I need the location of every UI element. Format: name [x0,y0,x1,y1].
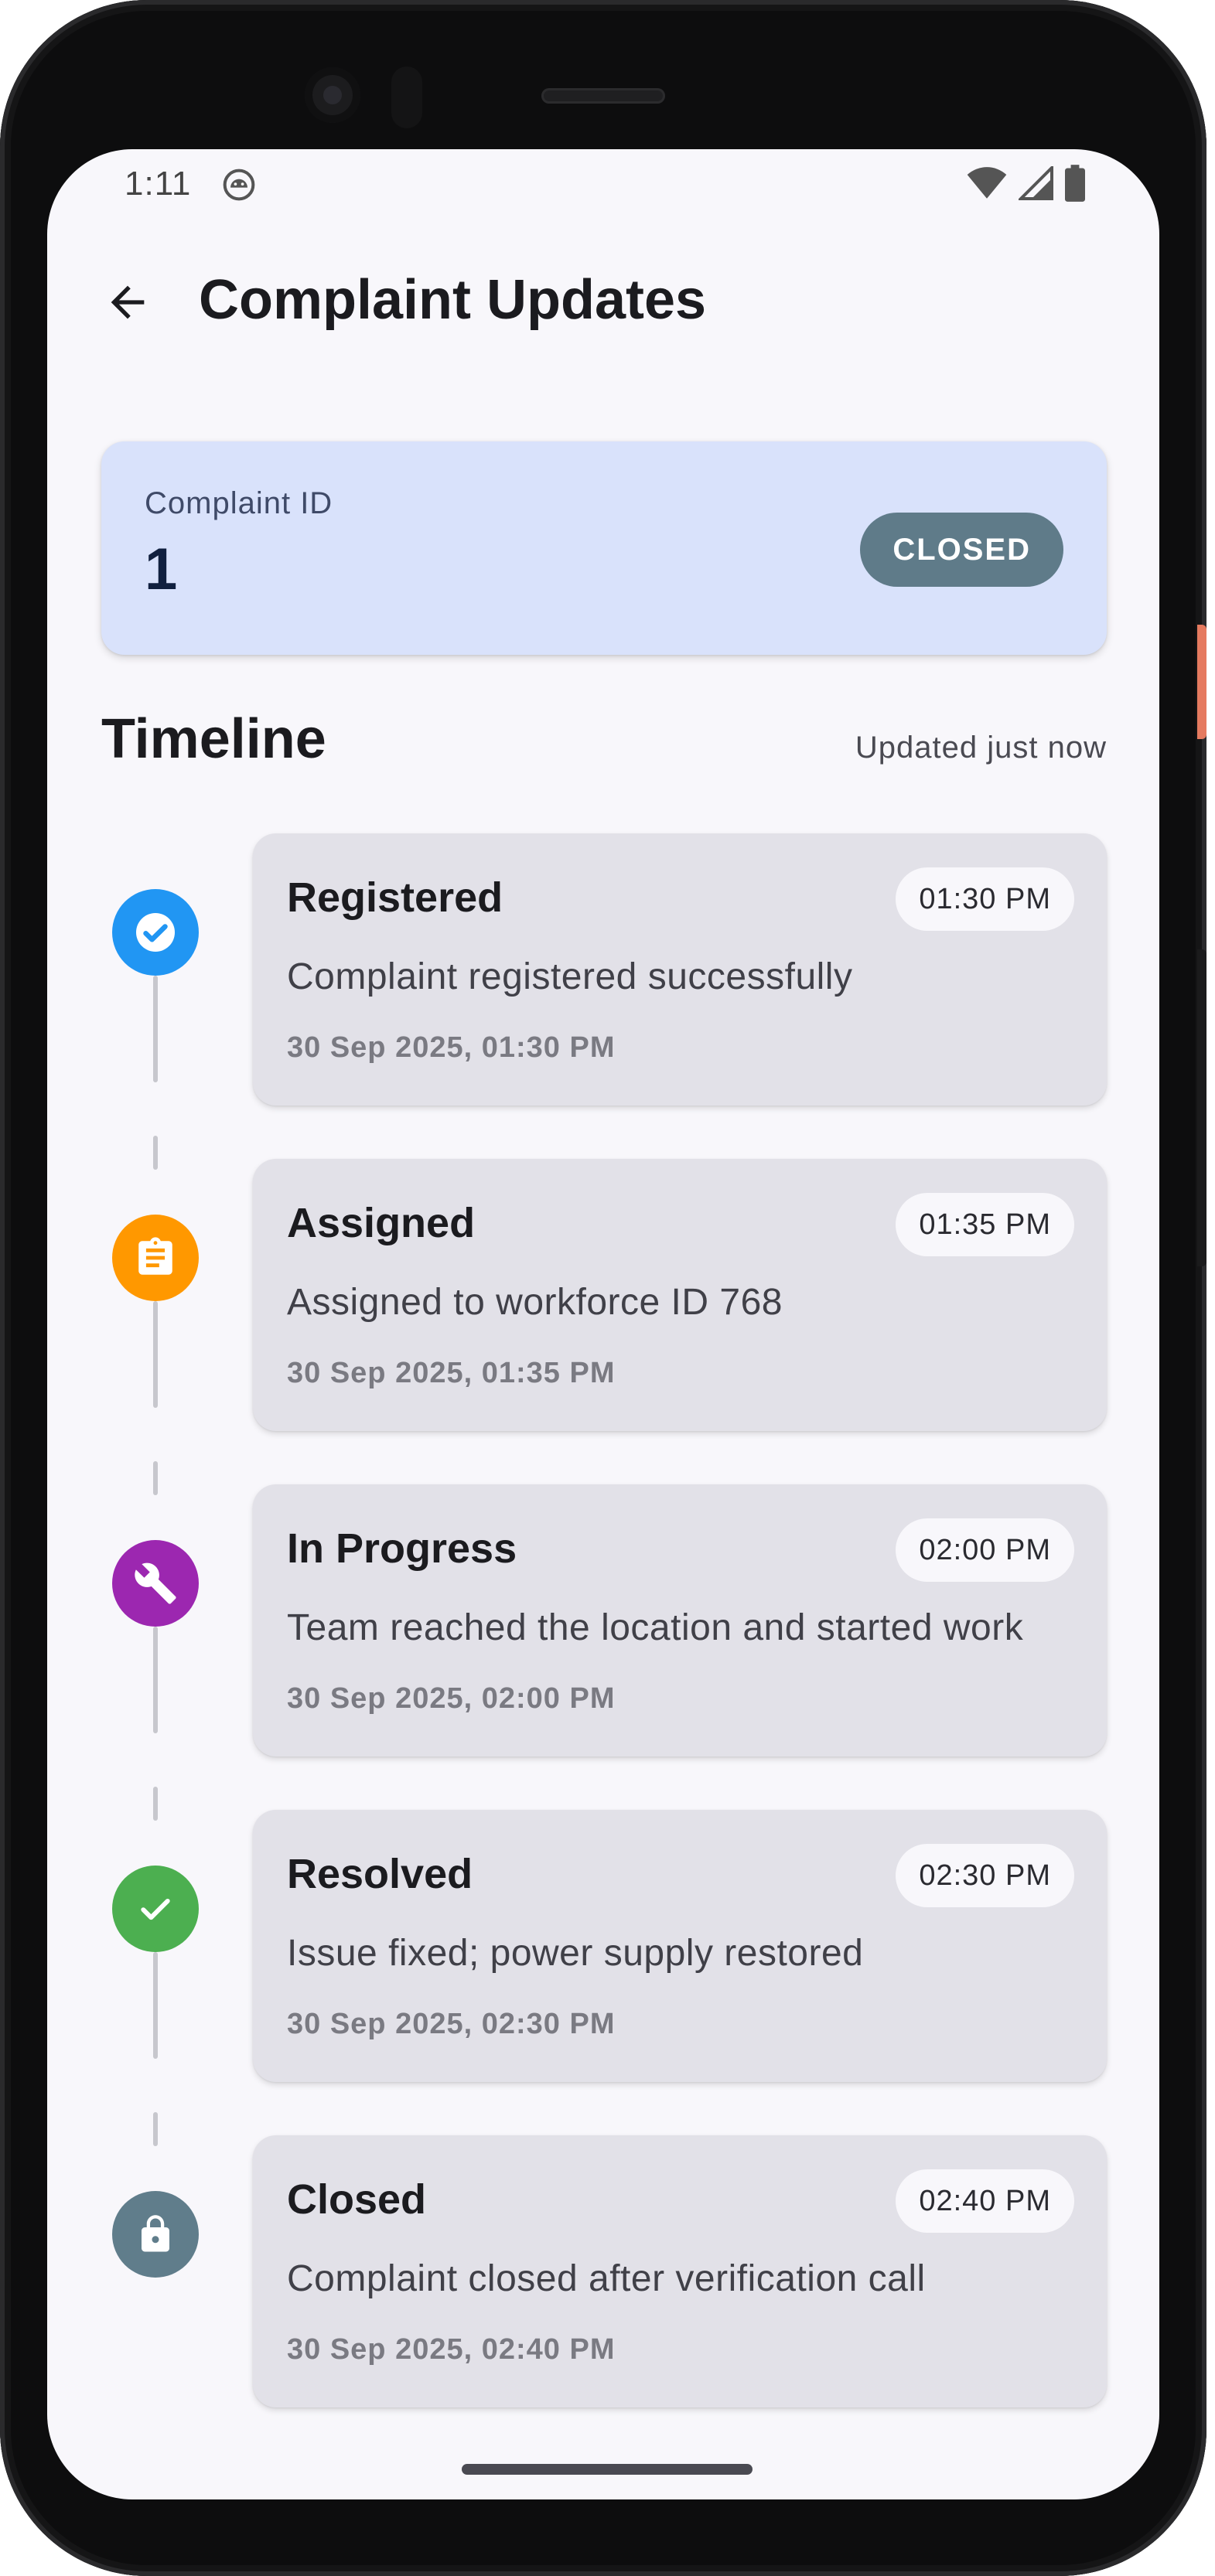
timeline-connector [153,1952,158,2059]
status-bar: 1:11 [47,149,1159,219]
timeline-card[interactable]: Resolved 02:30 PM Issue fixed; power sup… [253,1810,1107,2082]
event-time-chip: 02:30 PM [896,1844,1074,1907]
event-title: Closed [287,2176,427,2223]
timeline-connector [153,1136,158,1170]
timeline-dot [112,889,199,976]
event-timestamp: 30 Sep 2025, 02:30 PM [287,2008,616,2040]
page-title: Complaint Updates [199,269,707,331]
event-time-chip: 02:40 PM [896,2169,1074,2233]
earpiece-speaker [541,88,665,104]
event-timestamp: 30 Sep 2025, 02:40 PM [287,2333,616,2366]
status-time: 1:11 [125,165,192,203]
event-description: Complaint registered successfully [287,956,853,997]
event-time-chip: 01:35 PM [896,1193,1074,1256]
check-icon [141,1898,170,1920]
timeline-connector [153,976,158,1082]
event-title: Assigned [287,1200,476,1246]
volume-button[interactable] [1197,949,1206,1266]
event-title: Registered [287,874,503,921]
phone-frame: 1:11 Complaint Updates Complaint ID 1 CL… [0,0,1206,2576]
wifi-icon [967,167,1007,199]
back-button[interactable] [90,265,165,339]
timeline-dot [112,1866,199,1952]
complaint-id-label: Complaint ID [145,486,333,520]
event-timestamp: 30 Sep 2025, 01:35 PM [287,1357,616,1389]
lock-icon [142,2215,169,2252]
arrow-back-icon [111,285,145,319]
power-button[interactable] [1197,625,1206,739]
event-description: Team reached the location and started wo… [287,1607,1024,1648]
timeline-connector [153,1787,158,1821]
clipboard-icon [138,1237,172,1275]
event-description: Issue fixed; power supply restored [287,1933,864,1974]
wrench-icon [135,1562,176,1604]
event-description: Complaint closed after verification call [287,2258,926,2299]
event-title: Resolved [287,1851,473,1897]
timeline-card[interactable]: Assigned 01:35 PM Assigned to workforce … [253,1159,1107,1431]
timeline-connector [153,1301,158,1408]
top-app-bar: Complaint Updates [47,234,1159,366]
timeline-connector [153,2112,158,2146]
timeline-card[interactable]: Registered 01:30 PM Complaint registered… [253,833,1107,1106]
event-timestamp: 30 Sep 2025, 02:00 PM [287,1682,616,1715]
timeline-item-resolved: Resolved 02:30 PM Issue fixed; power sup… [47,1787,1159,2082]
timeline-connector [153,1627,158,1733]
event-title: In Progress [287,1525,517,1572]
status-badge: CLOSED [860,513,1063,587]
event-time-chip: 01:30 PM [896,867,1074,931]
event-description: Assigned to workforce ID 768 [287,1282,783,1323]
proximity-sensor [391,66,422,128]
signal-icon [1019,166,1053,200]
timeline-item-assigned: Assigned 01:35 PM Assigned to workforce … [47,1136,1159,1431]
screen: 1:11 Complaint Updates Complaint ID 1 CL… [47,149,1159,2499]
timeline-item-closed: Closed 02:40 PM Complaint closed after v… [47,2112,1159,2407]
check-circle-icon [136,913,175,952]
event-timestamp: 30 Sep 2025, 01:30 PM [287,1031,616,1064]
timeline-dot [112,1215,199,1301]
timeline-dot [112,2191,199,2278]
timeline-card[interactable]: In Progress 02:00 PM Team reached the lo… [253,1484,1107,1757]
battery-icon [1065,165,1085,202]
timeline-dot [112,1540,199,1627]
timeline-item-in-progress: In Progress 02:00 PM Team reached the lo… [47,1461,1159,1757]
complaint-summary-card: Complaint ID 1 CLOSED [101,441,1107,655]
timeline-card[interactable]: Closed 02:40 PM Complaint closed after v… [253,2135,1107,2407]
front-camera [305,67,360,123]
complaint-id-value: 1 [145,537,178,602]
timeline-connector [153,1461,158,1495]
event-time-chip: 02:00 PM [896,1518,1074,1582]
timeline-item-registered: Registered 01:30 PM Complaint registered… [47,833,1159,1106]
last-updated-text: Updated just now [855,731,1107,765]
android-debug-icon [223,169,255,201]
home-gesture-bar[interactable] [462,2464,753,2475]
timeline-heading: Timeline [101,708,326,770]
